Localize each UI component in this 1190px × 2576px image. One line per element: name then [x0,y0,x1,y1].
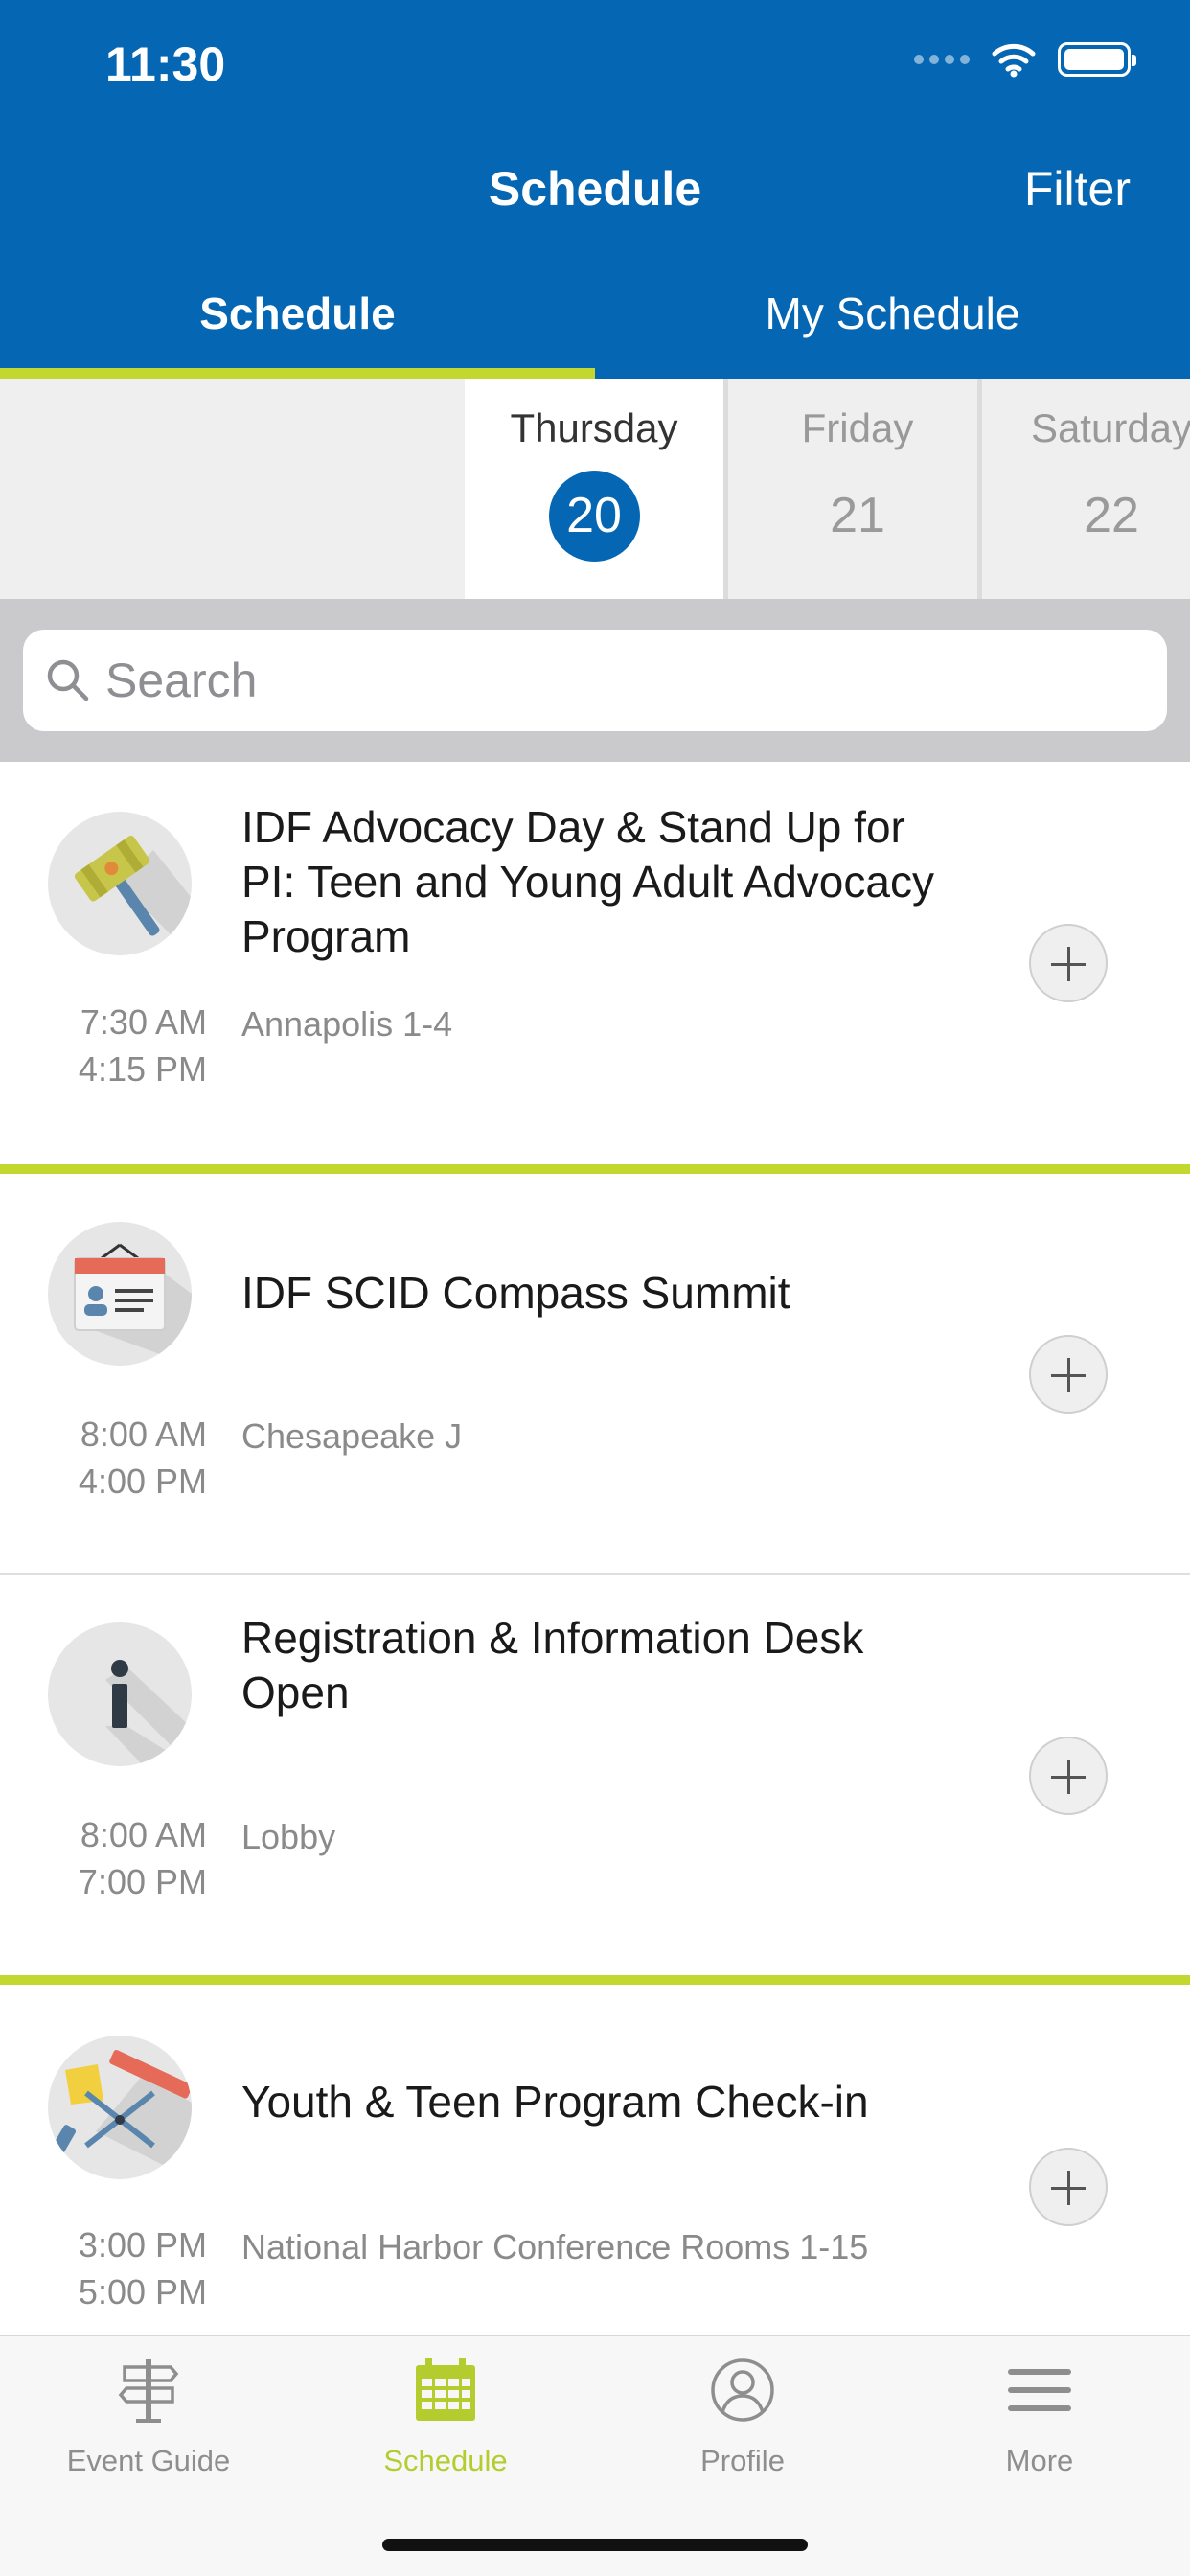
session-start-time: 3:00 PM [78,2225,207,2265]
header: 11:30 Schedule Filter Schedule My Schedu… [0,0,1190,379]
tab-label: Profile [700,2444,785,2477]
session-time: 3:00 PM 5:00 PM [38,2221,207,2315]
day-thursday[interactable]: Thursday 20 [465,379,723,599]
tab-schedule-bottom[interactable]: Schedule [297,2336,594,2509]
add-to-schedule-button[interactable] [1029,1335,1108,1414]
name-badge-icon [48,1222,192,1366]
session-item[interactable]: IDF Advocacy Day & Stand Up for PI: Teen… [0,762,1190,1164]
tab-label: Event Guide [66,2444,231,2477]
day-name: Thursday [510,405,678,450]
status-time: 11:30 [105,37,226,91]
session-end-time: 5:00 PM [78,2272,207,2312]
session-title: IDF Advocacy Day & Stand Up for PI: Teen… [241,802,934,961]
tab-my-schedule[interactable]: My Schedule [595,288,1190,339]
session-time: 8:00 AM 4:00 PM [38,1411,207,1505]
profile-icon [711,2358,774,2422]
cellular-signal-icon [914,55,970,64]
add-to-schedule-button[interactable] [1029,2148,1108,2226]
tab-profile[interactable]: Profile [594,2336,891,2509]
info-icon [48,1622,192,1766]
day-number: 22 [1084,488,1139,543]
status-icons [914,40,1136,79]
add-to-schedule-button[interactable] [1029,924,1108,1002]
add-to-schedule-button[interactable] [1029,1736,1108,1815]
session-location: Chesapeake J [241,1416,463,1456]
day-saturday[interactable]: Saturday 22 [982,379,1190,599]
session-end-time: 7:00 PM [78,1862,207,1901]
session-start-time: 8:00 AM [80,1815,207,1854]
day-selector: Thursday 20 Friday 21 Saturday 22 [0,379,1190,599]
session-location: Annapolis 1-4 [241,1004,453,1044]
craft-supplies-icon [48,2036,192,2179]
session-time: 8:00 AM 7:00 PM [38,1811,207,1905]
session-start-time: 8:00 AM [80,1414,207,1454]
search-field[interactable] [23,630,1167,731]
session-end-time: 4:15 PM [78,1049,207,1089]
search-input[interactable] [105,630,1140,731]
filter-button[interactable]: Filter [1024,161,1131,217]
day-name: Friday [801,405,914,450]
session-item[interactable]: Youth & Teen Program Check-in 3:00 PM 5:… [0,1985,1190,2334]
session-start-time: 7:30 AM [80,1002,207,1042]
session-location: Lobby [241,1817,336,1856]
session-title: Youth & Teen Program Check-in [241,2077,869,2127]
signpost-icon [118,2359,179,2423]
page-title: Schedule [488,162,702,216]
day-name: Saturday [1030,405,1190,450]
session-item[interactable]: Registration & Information Desk Open 8:0… [0,1575,1190,1975]
search-bar [0,599,1190,762]
separator [0,1164,1190,1174]
session-location: National Harbor Conference Rooms 1-15 [241,2227,869,2266]
tab-event-guide[interactable]: Event Guide [0,2336,297,2509]
menu-icon [1008,2369,1071,2411]
session-title: Registration & Information Desk Open [241,1613,864,1717]
tab-more[interactable]: More [891,2336,1188,2509]
separator [0,1975,1190,1985]
day-friday[interactable]: Friday 21 [728,379,987,599]
home-indicator[interactable] [382,2539,808,2551]
battery-icon [1058,42,1136,77]
active-tab-indicator [0,368,595,379]
session-title: IDF SCID Compass Summit [241,1268,790,1318]
tab-label: Schedule [383,2444,508,2477]
session-time: 7:30 AM 4:15 PM [38,999,207,1092]
search-icon [47,659,89,702]
gavel-icon [48,812,192,955]
session-item[interactable]: IDF SCID Compass Summit 8:00 AM 4:00 PM … [0,1174,1190,1573]
day-number: 21 [830,488,885,543]
tab-schedule[interactable]: Schedule [0,288,595,339]
wifi-icon [992,43,1036,78]
session-end-time: 4:00 PM [78,1461,207,1501]
tab-label: More [1005,2444,1074,2477]
day-number: 20 [548,471,640,562]
calendar-icon [416,2358,475,2421]
